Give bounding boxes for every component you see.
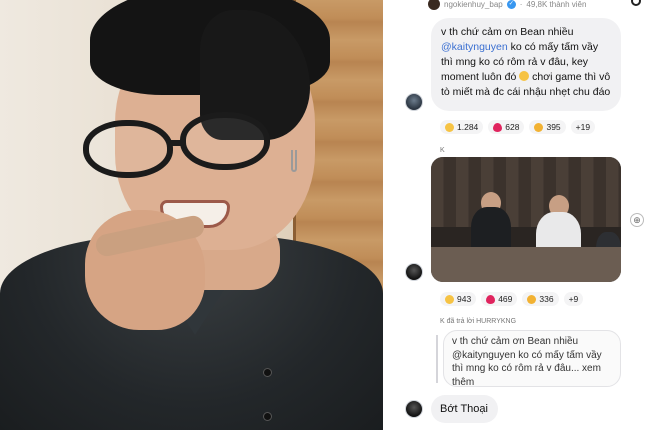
reaction-count: 628 [505, 122, 520, 132]
heart-icon [493, 122, 503, 132]
info-icon[interactable] [631, 0, 641, 6]
quoted-message[interactable]: v th chứ cảm ơn Bean nhiều @kaitynguyen … [443, 330, 621, 388]
separator-dot: · [519, 0, 523, 9]
reply-header: K đã trả lời HURRYKNG [440, 318, 517, 325]
message-text: Bớt Thoại [440, 403, 488, 415]
channel-header[interactable]: ngokienhuy_bap ✓ · 49,8K thành viên [428, 0, 586, 10]
profile-photo [0, 0, 383, 430]
image-wall [431, 157, 621, 227]
channel-username[interactable]: ngokienhuy_bap [444, 0, 503, 9]
verified-check-icon: ✓ [506, 0, 516, 9]
glasses-left-lens [83, 120, 173, 178]
reaction-bar: 943 469 336 +9 [440, 292, 584, 306]
message-bubble[interactable]: Bớt Thoại [431, 395, 498, 423]
reply-indicator-bar [436, 335, 438, 383]
reaction-grin[interactable]: 336 [522, 292, 559, 306]
mention-link[interactable]: @kaitynguyen [441, 41, 508, 53]
reaction-heart[interactable]: 469 [481, 292, 518, 306]
laugh-emoji-icon [445, 122, 454, 132]
photo-message[interactable] [431, 157, 621, 282]
image-table [431, 247, 621, 282]
reaction-count: 1.284 [457, 122, 479, 132]
channel-avatar[interactable] [428, 0, 440, 10]
shirt-button [263, 368, 272, 377]
sender-avatar[interactable] [405, 93, 423, 111]
heart-icon [486, 294, 496, 304]
more-reactions[interactable]: +9 [563, 292, 584, 306]
reaction-count: 395 [546, 122, 561, 132]
sender-name: K [440, 147, 445, 154]
member-count: 49,8K thành viên [526, 0, 587, 9]
laugh-emoji-icon [445, 294, 454, 304]
reaction-bar: 1.284 628 395 +19 [440, 120, 596, 134]
more-reactions[interactable]: +19 [570, 120, 596, 134]
earring [291, 150, 297, 172]
glasses-bridge [170, 140, 184, 146]
smile-emoji-icon [519, 71, 530, 81]
chat-panel: ngokienhuy_bap ✓ · 49,8K thành viên v th… [383, 0, 645, 430]
reaction-heart[interactable]: 628 [488, 120, 525, 134]
sender-avatar[interactable] [405, 400, 423, 418]
reaction-grin[interactable]: 395 [529, 120, 566, 134]
sender-avatar[interactable] [405, 263, 423, 281]
grin-emoji-icon [527, 294, 537, 304]
reaction-count: 469 [498, 294, 513, 304]
shirt-button [263, 412, 272, 421]
message-bubble[interactable]: v th chứ cảm ơn Bean nhiều @kaitynguyen … [431, 18, 621, 111]
reaction-count: 336 [539, 294, 554, 304]
reaction-laugh[interactable]: 943 [440, 292, 477, 306]
share-icon[interactable]: ⊕ [630, 213, 644, 227]
grin-emoji-icon [534, 122, 544, 132]
message-text: v th chứ cảm ơn Bean nhiều [441, 26, 574, 38]
glasses-right-lens [180, 112, 270, 170]
reaction-laugh[interactable]: 1.284 [440, 120, 484, 134]
reaction-count: 943 [457, 294, 472, 304]
